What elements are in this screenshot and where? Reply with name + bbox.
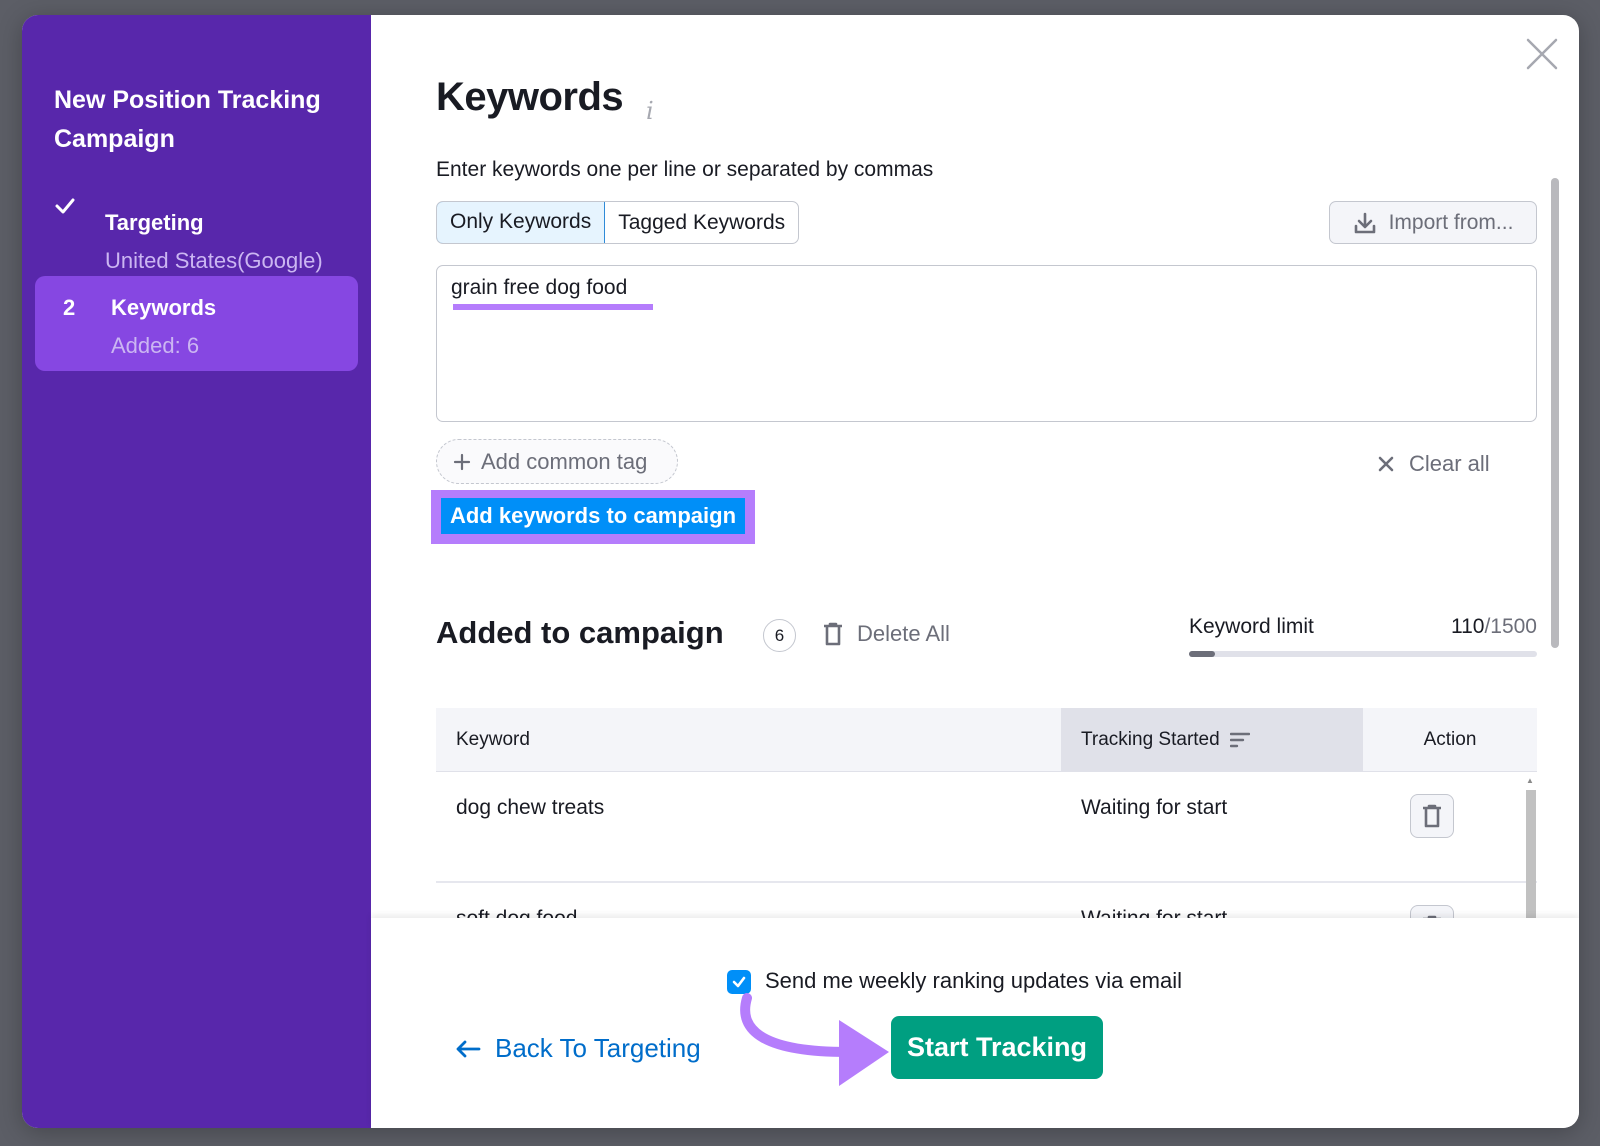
limit-used: 110 — [1450, 615, 1485, 638]
instruction-text: Enter keywords one per line or separated… — [436, 158, 934, 181]
import-button[interactable]: Import from... — [1329, 201, 1537, 244]
clear-all-button[interactable]: Clear all — [1377, 451, 1490, 477]
sidebar-title: New Position Tracking Campaign — [54, 86, 321, 153]
added-to-campaign-title: Added to campaign — [436, 615, 724, 650]
step-targeting-sub: United States(Google) — [105, 248, 323, 273]
email-updates-checkbox[interactable] — [727, 970, 751, 994]
email-updates-label[interactable]: Send me weekly ranking updates via email — [765, 968, 1182, 994]
keyword-limit-label: Keyword limit — [1189, 615, 1314, 638]
clear-all-label: Clear all — [1409, 451, 1490, 476]
delete-all-button[interactable]: Delete All — [823, 621, 950, 647]
add-keywords-highlight: Add keywords to campaign — [431, 490, 755, 544]
tab-tagged-keywords[interactable]: Tagged Keywords — [605, 202, 798, 243]
main-panel: Keywords i Enter keywords one per line o… — [371, 15, 1579, 1128]
delete-all-label: Delete All — [857, 621, 950, 646]
wizard-sidebar: New Position Tracking Campaign Targeting… — [22, 15, 371, 1128]
checkmark-icon — [55, 198, 75, 214]
step-keywords-title: Keywords — [111, 295, 217, 320]
table-row: dog chew treats Waiting for start — [436, 772, 1537, 883]
import-label: Import from... — [1388, 210, 1514, 234]
page-title: Keywords — [436, 75, 624, 119]
keywords-textarea[interactable]: grain free dog food — [436, 265, 1537, 422]
step-targeting-title[interactable]: Targeting — [105, 210, 204, 236]
add-common-tag-label: Add common tag — [481, 448, 648, 474]
row-tracking-status: Waiting for start — [1081, 796, 1228, 819]
column-keyword: Keyword — [456, 728, 530, 750]
modal-footer: Send me weekly ranking updates via email… — [371, 918, 1579, 1128]
limit-total: /1500 — [1484, 615, 1537, 638]
keyword-limit-bar — [1189, 651, 1537, 657]
plus-icon — [453, 453, 471, 470]
annotation-arrow-icon — [740, 993, 889, 1086]
x-icon — [1378, 456, 1394, 472]
sort-icon — [1229, 732, 1250, 747]
column-tracking-started[interactable]: Tracking Started — [1061, 708, 1363, 771]
trash-icon — [1423, 804, 1441, 828]
back-to-targeting-button[interactable]: Back To Targeting — [455, 1033, 701, 1064]
table-scrollbar[interactable]: ▲ — [1524, 776, 1536, 940]
keyword-mode-tabs: Only Keywords Tagged Keywords — [436, 201, 800, 244]
keyword-limit-value: 110/1500 — [1451, 615, 1537, 639]
tab-only-keywords[interactable]: Only Keywords — [437, 202, 606, 243]
count-badge: 6 — [763, 619, 796, 652]
add-keywords-button[interactable]: Add keywords to campaign — [441, 498, 745, 534]
textarea-value: grain free dog food — [451, 276, 628, 299]
step-keywords-active[interactable]: 2 Keywords Added: 6 — [35, 276, 358, 371]
step-number: 2 — [63, 295, 76, 320]
add-common-tag-button[interactable]: Add common tag — [436, 439, 678, 484]
start-tracking-button[interactable]: Start Tracking — [891, 1016, 1103, 1079]
row-action — [1345, 772, 1519, 881]
delete-row-button[interactable] — [1410, 794, 1454, 838]
highlight-underline — [453, 304, 653, 310]
main-scrollbar[interactable] — [1551, 178, 1559, 648]
scroll-up-arrow-icon[interactable]: ▲ — [1526, 776, 1534, 785]
column-action: Action — [1423, 728, 1477, 750]
download-icon — [1354, 212, 1375, 233]
arrow-left-icon — [456, 1040, 481, 1057]
close-icon[interactable] — [1525, 37, 1559, 71]
column-tracking-label: Tracking Started — [1081, 728, 1220, 750]
checkmark-icon — [732, 976, 746, 988]
keyword-limit-fill — [1189, 651, 1215, 657]
table-header: Keyword Tracking Started Action — [436, 708, 1537, 772]
trash-icon — [824, 622, 842, 646]
new-campaign-modal: New Position Tracking Campaign Targeting… — [22, 15, 1579, 1128]
info-icon[interactable]: i — [646, 97, 654, 125]
step-keywords-sub: Added: 6 — [111, 333, 200, 358]
row-keyword: dog chew treats — [456, 796, 605, 819]
back-label: Back To Targeting — [495, 1033, 701, 1063]
